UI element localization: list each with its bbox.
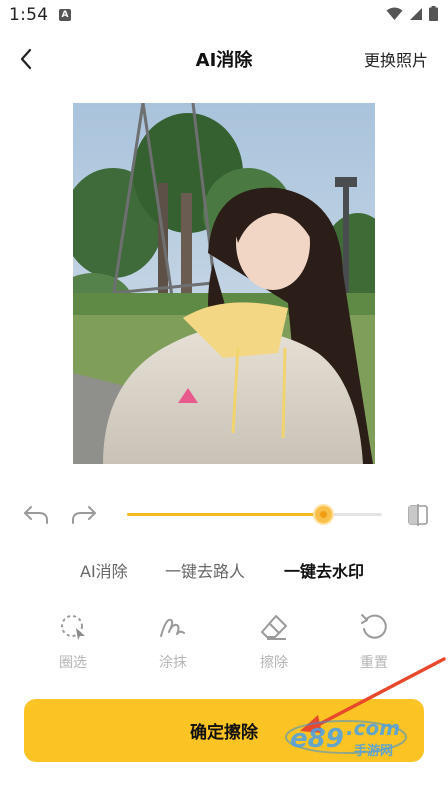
reset-icon bbox=[361, 614, 387, 639]
compare-icon bbox=[408, 504, 428, 526]
mode-tabs: AI消除 一键去路人 一键去水印 bbox=[0, 558, 448, 584]
eraser-icon bbox=[261, 615, 287, 640]
status-bar: 1:54 A bbox=[0, 0, 448, 32]
tool-eraser[interactable]: 擦除 bbox=[244, 612, 304, 676]
change-photo-button[interactable]: 更换照片 bbox=[364, 47, 428, 71]
tab-ai-erase[interactable]: AI消除 bbox=[80, 558, 128, 582]
brush-size-slider[interactable] bbox=[127, 506, 382, 523]
tool-reset[interactable]: 重置 bbox=[344, 612, 404, 676]
compare-button[interactable] bbox=[406, 503, 430, 527]
brush-stroke-icon bbox=[160, 618, 185, 637]
redo-button[interactable] bbox=[70, 502, 98, 528]
slider-thumb[interactable] bbox=[315, 506, 333, 523]
slider-fill bbox=[127, 513, 324, 516]
photo-preview[interactable] bbox=[73, 103, 375, 464]
confirm-erase-button[interactable]: 确定擦除 bbox=[24, 699, 424, 762]
tool-lasso[interactable]: 圈选 bbox=[43, 612, 103, 676]
tool-reset-label: 重置 bbox=[360, 655, 388, 671]
status-time: 1:54 bbox=[9, 5, 49, 25]
tool-brush[interactable]: 涂抹 bbox=[143, 612, 203, 676]
status-icons bbox=[386, 6, 438, 21]
battery-icon bbox=[429, 6, 438, 21]
redo-icon bbox=[72, 506, 96, 524]
top-bar: AI消除 更换照片 bbox=[0, 36, 448, 82]
undo-icon bbox=[24, 506, 48, 524]
tool-eraser-label: 擦除 bbox=[260, 655, 288, 671]
photo-image bbox=[73, 103, 375, 464]
lasso-select-icon bbox=[61, 615, 85, 640]
undo-button[interactable] bbox=[22, 502, 50, 528]
signal-icon bbox=[410, 7, 422, 20]
tab-remove-passerby[interactable]: 一键去路人 bbox=[165, 558, 245, 582]
notification-badge-icon: A bbox=[59, 9, 71, 21]
tool-lasso-label: 圈选 bbox=[59, 655, 87, 671]
tool-brush-label: 涂抹 bbox=[159, 655, 187, 671]
wifi-icon bbox=[386, 7, 403, 20]
tab-remove-watermark[interactable]: 一键去水印 bbox=[284, 558, 364, 582]
